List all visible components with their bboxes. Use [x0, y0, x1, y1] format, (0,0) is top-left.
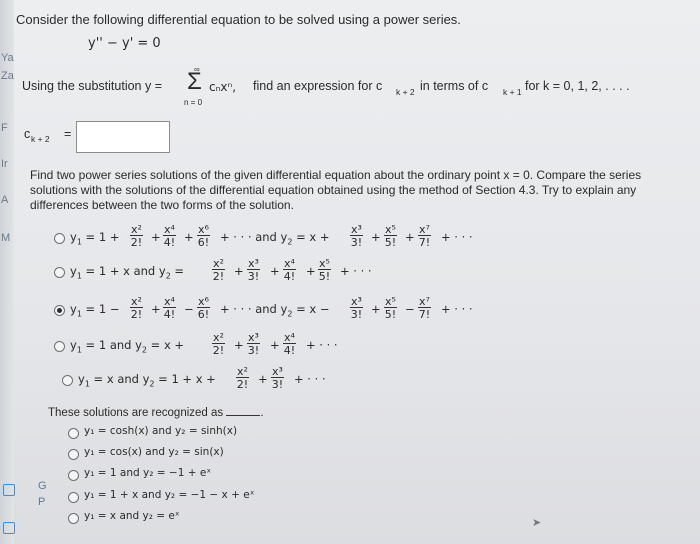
fraction: x⁷ 7! — [418, 295, 431, 321]
fraction: x³ 3! — [247, 331, 260, 357]
fraction: x⁴ 4! — [163, 295, 176, 321]
fraction: x² 2! — [130, 223, 143, 249]
option-label: y₁ = cos(x) and y₂ = sin(x) — [84, 446, 224, 458]
option-text: y1 = 1 − — [70, 302, 120, 319]
radio-button[interactable] — [68, 428, 79, 439]
sidebar-fragment: F — [1, 122, 8, 134]
sum-term: cₙxⁿ, — [209, 80, 237, 94]
radio-button[interactable] — [68, 470, 79, 481]
sum-lower-limit: n = 0 — [184, 98, 203, 107]
sidebar-fragment: Za — [1, 70, 14, 82]
option-text: + — [234, 338, 244, 352]
question-1-title: Consider the following differential equa… — [16, 12, 461, 27]
option-text: + — [371, 230, 381, 244]
sidebar-fragment: Ya — [1, 52, 14, 64]
fraction: x⁴ 4! — [163, 223, 176, 249]
subscript-k-plus-2: k + 2 — [396, 87, 415, 97]
option-text: + · · · — [441, 230, 473, 244]
option-text: y1 = x and y2 = 1 + x + — [78, 372, 216, 389]
fraction: x⁴ 4! — [283, 331, 296, 357]
option-text: y1 = 1 + — [70, 230, 120, 247]
radio-button[interactable] — [54, 341, 65, 352]
answer-input[interactable] — [76, 121, 170, 153]
fraction: x³ 3! — [247, 257, 260, 283]
option-text: + · · · — [306, 338, 338, 352]
option-label: y₁ = 1 + x and y₂ = −1 − x + eˣ — [84, 489, 255, 501]
option-text: + — [270, 264, 280, 278]
fraction: x³ 3! — [271, 365, 284, 391]
sidebar-checkbox-icon[interactable] — [3, 522, 15, 534]
radio-button[interactable] — [62, 375, 73, 386]
fraction: x⁴ 4! — [283, 257, 296, 283]
option-text: y1 = 1 + x and y2 = — [70, 264, 185, 281]
fraction: x⁵ 5! — [384, 295, 397, 321]
fraction: x² 2! — [130, 295, 143, 321]
sidebar-fragment: P — [38, 496, 46, 508]
substitution-prefix: Using the substitution y = — [22, 79, 163, 93]
question-2-intro-line-3: differences between the two forms of the… — [30, 198, 294, 212]
option-text: + — [306, 264, 316, 278]
substitution-text: for k = 0, 1, 2, . . . . — [525, 79, 630, 93]
option-text: + — [151, 230, 161, 244]
option-text: − — [405, 302, 415, 316]
sidebar-fragment: Ir — [1, 158, 8, 170]
fraction: x⁵ 5! — [318, 257, 331, 283]
substitution-text: find an expression for c — [253, 79, 383, 93]
substitution-text: in terms of c — [420, 79, 489, 93]
left-sidebar-strip: Ya Za F Ir A M G P — [0, 0, 47, 544]
radio-button[interactable] — [54, 233, 65, 244]
option-text: + · · · — [441, 302, 473, 316]
summation-sign: Σ — [187, 68, 202, 95]
radio-button[interactable] — [68, 513, 79, 524]
question-2-intro-line-2: solutions with the solutions of the diff… — [30, 183, 637, 197]
sidebar-square-icon[interactable] — [3, 484, 15, 496]
option-label: y₁ = cosh(x) and y₂ = sinh(x) — [84, 425, 238, 437]
option-text: + · · · and y2 = x + — [220, 230, 330, 247]
radio-button[interactable] — [68, 449, 79, 460]
option-text: + — [405, 230, 415, 244]
fraction: x⁶ 6! — [197, 223, 210, 249]
answer-label-subscript: k + 2 — [31, 134, 50, 144]
option-text: + — [151, 302, 161, 316]
sidebar-fragment: M — [1, 232, 11, 244]
fraction: x⁶ 6! — [197, 295, 210, 321]
radio-button-selected[interactable] — [54, 305, 65, 316]
option-text: + · · · — [340, 264, 372, 278]
screenshot-page: Ya Za F Ir A M G P Consider the followin… — [0, 0, 700, 544]
fraction: x⁷ 7! — [418, 223, 431, 249]
sidebar-fragment: A — [1, 194, 9, 206]
option-text: + — [184, 230, 194, 244]
option-text: + · · · and y2 = x − — [220, 302, 330, 319]
radio-button[interactable] — [54, 267, 65, 278]
fraction: x² 2! — [212, 331, 225, 357]
differential-equation: y'' − y' = 0 — [88, 36, 161, 51]
question-2-intro-line-1: Find two power series solutions of the g… — [30, 168, 642, 182]
mouse-cursor-icon: ➤ — [532, 517, 542, 529]
fraction: x³ 3! — [350, 295, 363, 321]
option-text: + · · · — [294, 372, 326, 386]
fraction: x³ 3! — [350, 223, 363, 249]
fraction: x⁵ 5! — [384, 223, 397, 249]
option-text: + — [270, 338, 280, 352]
radio-button[interactable] — [68, 492, 79, 503]
subscript-k-plus-1: k + 1 — [503, 87, 522, 97]
option-text: + — [371, 302, 381, 316]
answer-equals: = — [64, 127, 72, 141]
fraction: x² 2! — [236, 365, 249, 391]
answer-label: c — [24, 127, 31, 141]
option-text: y1 = 1 and y2 = x + — [70, 338, 185, 355]
fill-blank — [226, 405, 261, 416]
question-3-prompt: These solutions are recognized as . — [48, 405, 264, 419]
option-text: + — [234, 264, 244, 278]
option-text: − — [184, 302, 194, 316]
sidebar-fragment: G — [38, 480, 47, 492]
fraction: x² 2! — [212, 257, 225, 283]
option-label: y₁ = x and y₂ = eˣ — [84, 510, 180, 522]
option-label: y₁ = 1 and y₂ = −1 + eˣ — [84, 467, 211, 479]
option-text: + — [258, 372, 268, 386]
